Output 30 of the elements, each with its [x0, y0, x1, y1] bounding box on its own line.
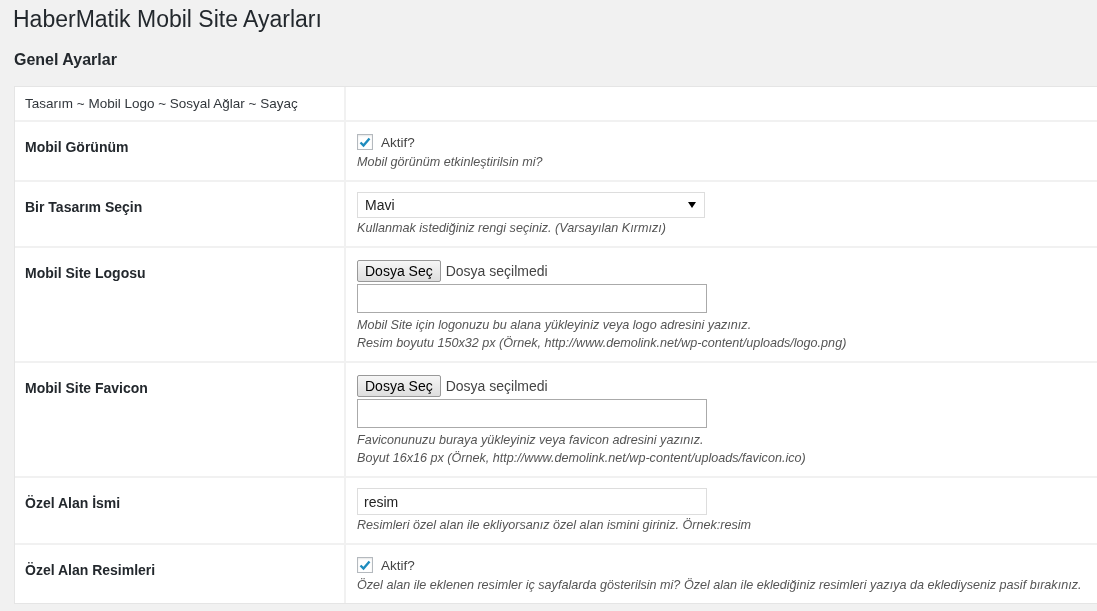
section-title: Genel Ayarlar	[14, 51, 118, 69]
dropdown[interactable]: Mavi	[357, 192, 705, 218]
choose-file-button[interactable]: Dosya Seç	[357, 260, 441, 282]
field-description: Resimleri özel alan ile ekliyorsanız özel alan ismini giriniz. Örnek:resim	[357, 517, 753, 534]
field-description: Mobil görünüm etkinleştirilsin mi?	[357, 154, 544, 171]
table-header: Tasarım ~ Mobil Logo ~ Sosyal Ağlar ~ Sayaç	[15, 87, 346, 120]
setting-label: Özel Alan İsmi	[15, 478, 346, 543]
dropdown-arrow-icon	[688, 202, 696, 208]
url-input[interactable]	[357, 284, 707, 313]
checkbox-label: Aktif?	[381, 557, 415, 573]
field-description: Kullanmak istediğiniz rengi seçiniz. (Varsayılan Kırmızı)	[357, 220, 667, 237]
setting-label: Bir Tasarım Seçin	[15, 182, 346, 246]
checkbox[interactable]	[357, 557, 373, 573]
field-description: Mobil Site için logonuzu bu alana yükleyiniz veya logo adresini yazınız.	[357, 317, 753, 334]
field-description: Resim boyutu 150x32 px (Örnek, http://www.demolink.net/wp-content/uploads/logo.png)	[357, 335, 848, 352]
setting-label: Mobil Görünüm	[15, 122, 346, 180]
choose-file-button[interactable]: Dosya Seç	[357, 375, 441, 397]
field-description: Faviconunuzu buraya yükleyiniz veya favicon adresini yazınız.	[357, 432, 705, 449]
file-status: Dosya seçilmedi	[445, 263, 548, 279]
field-description: Özel alan ile eklenen resimler iç sayfalarda gösterilsin mi? Özel alan ile eklediğiniz resimleri yazıya da eklediyseniz pasif bırakınız.	[357, 577, 1083, 594]
field-description: Boyut 16x16 px (Örnek, http://www.demolink.net/wp-content/uploads/favicon.ico)	[357, 450, 807, 467]
checkbox[interactable]	[357, 134, 373, 150]
text-input[interactable]: resim	[357, 488, 707, 515]
page-title: HaberMatik Mobil Site Ayarları	[13, 5, 323, 34]
setting-label: Mobil Site Logosu	[15, 248, 346, 361]
setting-label: Özel Alan Resimleri	[15, 545, 346, 603]
checkbox-label: Aktif?	[381, 134, 415, 150]
url-input[interactable]	[357, 399, 707, 428]
file-status: Dosya seçilmedi	[445, 378, 548, 394]
setting-label: Mobil Site Favicon	[15, 363, 346, 476]
